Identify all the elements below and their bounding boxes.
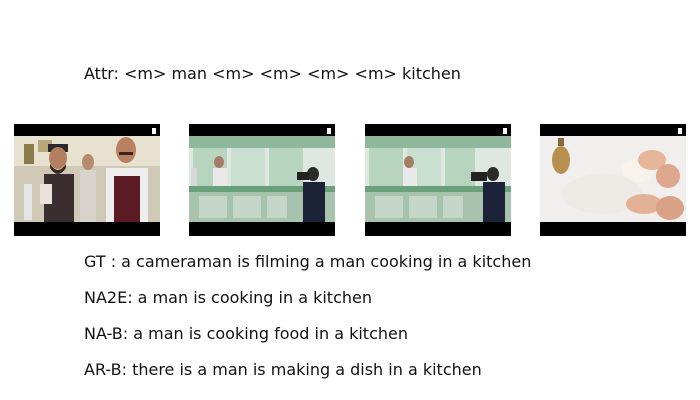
video-frame-2 bbox=[189, 124, 335, 236]
video-frame-1 bbox=[14, 124, 160, 236]
video-frame-1-image bbox=[14, 124, 160, 236]
video-frames-strip bbox=[0, 124, 700, 236]
video-frame-3 bbox=[365, 124, 511, 236]
caption-ar-b: AR-B: there is a man is making a dish in… bbox=[84, 360, 482, 379]
video-frame-4-image bbox=[540, 124, 686, 236]
video-frame-2-image bbox=[189, 124, 335, 236]
video-frame-3-image bbox=[365, 124, 511, 236]
attribute-line: Attr: <m> man <m> <m> <m> <m> kitchen bbox=[84, 64, 461, 83]
caption-gt: GT : a cameraman is filming a man cookin… bbox=[84, 252, 532, 271]
caption-na2e: NA2E: a man is cooking in a kitchen bbox=[84, 288, 372, 307]
video-frame-4 bbox=[540, 124, 686, 236]
caption-na-b: NA-B: a man is cooking food in a kitchen bbox=[84, 324, 408, 343]
